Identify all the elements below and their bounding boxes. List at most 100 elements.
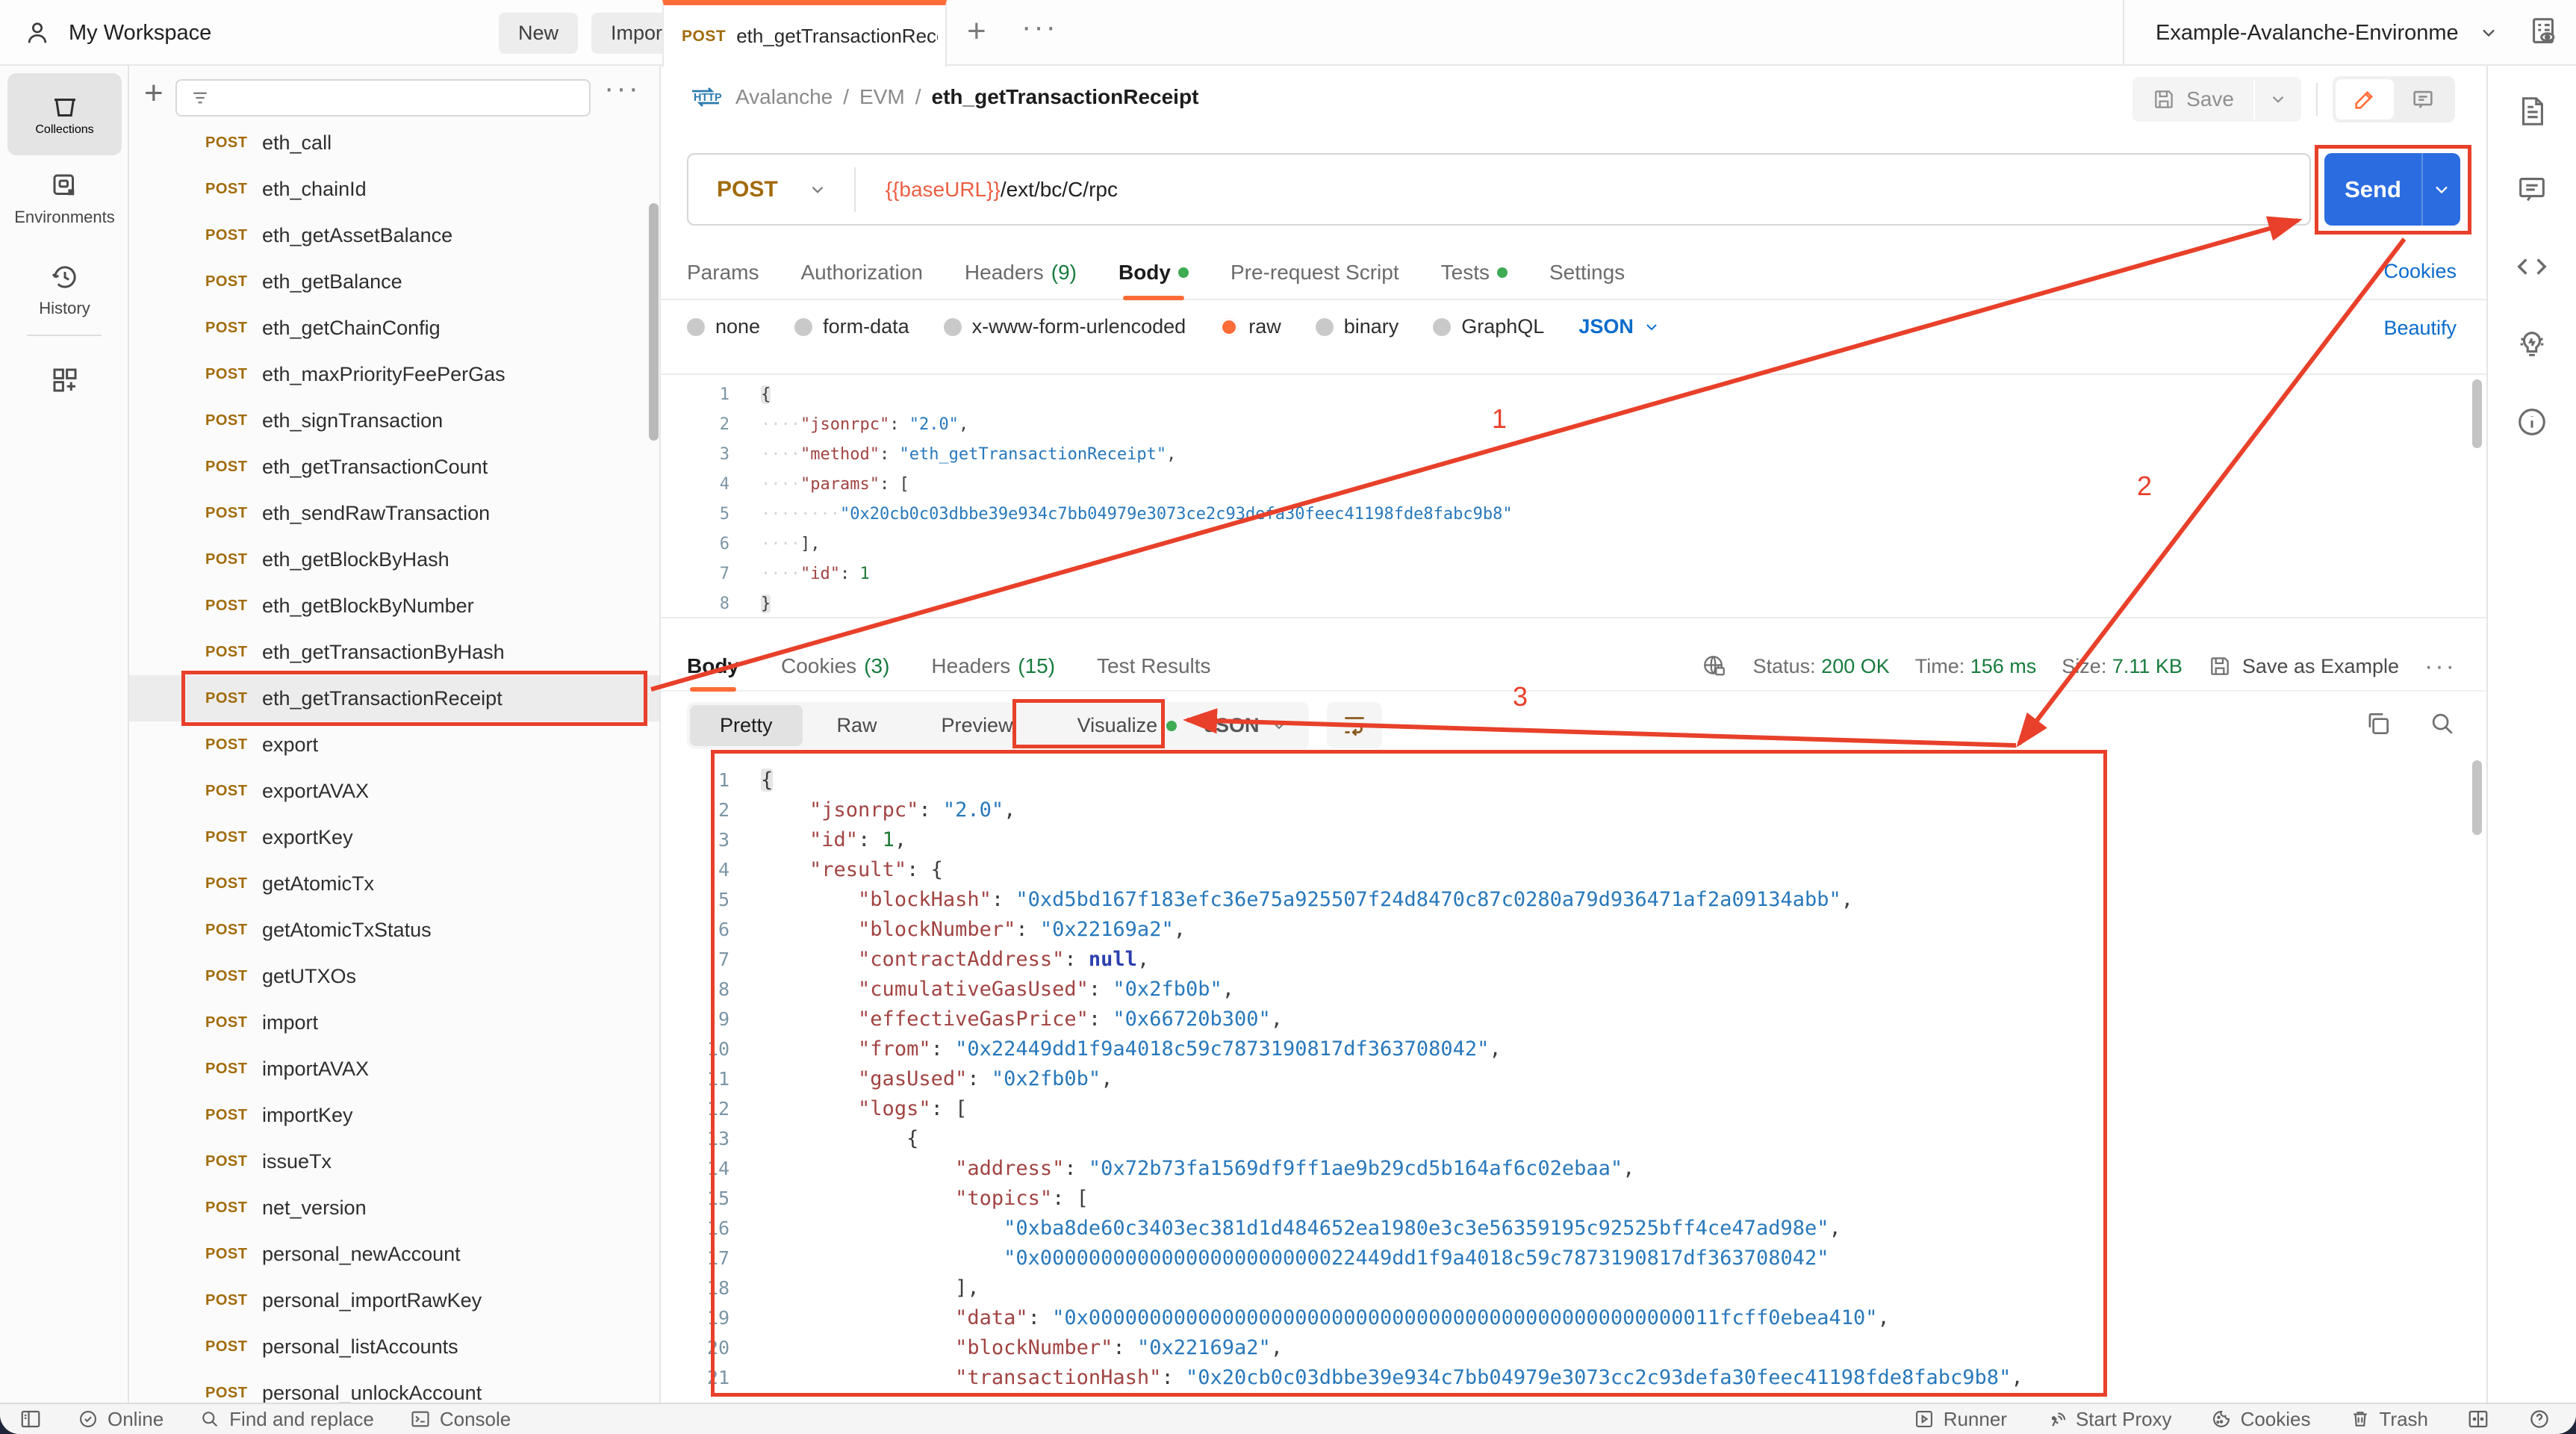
cookies-button[interactable]: Cookies bbox=[2211, 1408, 2311, 1431]
trash-button[interactable]: Trash bbox=[2350, 1408, 2428, 1431]
toggle-panel-icon[interactable] bbox=[2467, 1408, 2489, 1430]
request-tab-authorization[interactable]: Authorization bbox=[800, 246, 922, 299]
sidebar-request-item[interactable]: POST importKey bbox=[129, 1092, 659, 1138]
sidebar-request-item[interactable]: POST personal_listAccounts bbox=[129, 1323, 659, 1370]
response-tab-test-results[interactable]: Test Results bbox=[1097, 642, 1211, 690]
request-language-selector[interactable]: JSON bbox=[1578, 315, 1661, 338]
sidebar-request-item[interactable]: POST getUTXOs bbox=[129, 953, 659, 999]
sidebar-request-item[interactable]: POST eth_sendRawTransaction bbox=[129, 490, 659, 536]
configure-workspace-sidebar-button[interactable] bbox=[0, 364, 129, 396]
copy-icon[interactable] bbox=[2364, 710, 2392, 738]
sidebar-request-item[interactable]: POST getAtomicTxStatus bbox=[129, 907, 659, 953]
sidebar-request-item[interactable]: POST eth_getBlockByNumber bbox=[129, 583, 659, 629]
sidebar-request-item[interactable]: POST eth_getBlockByHash bbox=[129, 536, 659, 583]
method-selector[interactable]: POST bbox=[688, 177, 808, 202]
url-input[interactable]: {{baseURL}}/ext/bc/C/rpc bbox=[886, 178, 1118, 202]
sidebar-request-item[interactable]: POST import bbox=[129, 999, 659, 1046]
sidebar-request-item[interactable]: POST getAtomicTx bbox=[129, 860, 659, 907]
add-request-button[interactable]: + bbox=[144, 75, 164, 112]
runner-button[interactable]: Runner bbox=[1914, 1408, 2007, 1431]
console-button[interactable]: Console bbox=[410, 1408, 511, 1431]
filter-requests-input[interactable] bbox=[175, 79, 591, 117]
user-icon[interactable] bbox=[22, 18, 52, 48]
sidebar-request-item[interactable]: POST eth_maxPriorityFeePerGas bbox=[129, 351, 659, 397]
save-options-chevron-icon[interactable] bbox=[2253, 79, 2301, 120]
workspace-title[interactable]: My Workspace bbox=[69, 21, 211, 46]
cookies-link[interactable]: Cookies bbox=[2383, 260, 2457, 283]
sidebar-request-item[interactable]: POST eth_getTransactionReceipt bbox=[129, 675, 659, 721]
rail-item-environments[interactable]: Environments bbox=[0, 170, 129, 227]
request-tab-tests[interactable]: Tests bbox=[1441, 246, 1508, 299]
sidebar-request-item[interactable]: POST eth_getChainConfig bbox=[129, 305, 659, 351]
environment-quick-look-icon[interactable] bbox=[2527, 15, 2561, 49]
sidebar-request-item[interactable]: POST exportAVAX bbox=[129, 768, 659, 814]
comments-panel-icon[interactable] bbox=[2515, 172, 2549, 206]
beautify-link[interactable]: Beautify bbox=[2383, 317, 2457, 340]
sidebar-more-actions-icon[interactable]: ··· bbox=[604, 72, 641, 105]
sidebar-request-item[interactable]: POST eth_call bbox=[129, 120, 659, 166]
help-icon[interactable] bbox=[2528, 1408, 2551, 1430]
sidebar-request-item[interactable]: POST issueTx bbox=[129, 1138, 659, 1185]
request-tab-body[interactable]: Body bbox=[1119, 246, 1189, 300]
body-mode-binary[interactable]: binary bbox=[1315, 315, 1399, 338]
body-mode-GraphQL[interactable]: GraphQL bbox=[1433, 315, 1544, 338]
response-view-preview[interactable]: Preview bbox=[912, 705, 1043, 746]
request-editor-scrollbar[interactable] bbox=[2472, 379, 2482, 448]
new-button[interactable]: New bbox=[499, 12, 579, 54]
breadcrumb-collection[interactable]: Avalanche bbox=[735, 85, 833, 109]
sidebar-request-item[interactable]: POST eth_getTransactionCount bbox=[129, 444, 659, 490]
find-and-replace-button[interactable]: Find and replace bbox=[199, 1408, 374, 1431]
sidebar-request-item[interactable]: POST net_version bbox=[129, 1185, 659, 1231]
online-status[interactable]: Online bbox=[78, 1408, 164, 1431]
send-button[interactable]: Send bbox=[2324, 153, 2460, 226]
sidebar-request-item[interactable]: POST personal_importRawKey bbox=[129, 1277, 659, 1323]
code-snippet-icon[interactable] bbox=[2515, 249, 2549, 284]
sidebar-request-item[interactable]: POST eth_signTransaction bbox=[129, 397, 659, 444]
rail-item-history[interactable]: History bbox=[0, 261, 129, 318]
documentation-icon[interactable] bbox=[2515, 94, 2549, 128]
body-mode-form-data[interactable]: form-data bbox=[794, 315, 909, 338]
breadcrumb-request-name[interactable]: eth_getTransactionReceipt bbox=[932, 85, 1199, 109]
sidebar-request-item[interactable]: POST importAVAX bbox=[129, 1046, 659, 1092]
sidebar-request-item[interactable]: POST exportKey bbox=[129, 814, 659, 860]
sidebar-request-item[interactable]: POST eth_chainId bbox=[129, 166, 659, 212]
tab-options-icon[interactable]: ··· bbox=[1021, 10, 1058, 44]
body-mode-none[interactable]: none bbox=[687, 315, 760, 338]
save-as-example-button[interactable]: Save as Example bbox=[2208, 654, 2399, 678]
request-tab-headers[interactable]: Headers (9) bbox=[965, 246, 1077, 299]
sidebar-scrollbar[interactable] bbox=[649, 203, 659, 441]
response-view-raw[interactable]: Raw bbox=[807, 705, 907, 746]
body-mode-x-www-form-urlencoded[interactable]: x-www-form-urlencoded bbox=[943, 315, 1186, 338]
wrap-lines-button[interactable] bbox=[1327, 702, 1382, 748]
response-view-pretty[interactable]: Pretty bbox=[690, 705, 803, 746]
sidebar-request-item[interactable]: POST eth_getTransactionByHash bbox=[129, 629, 659, 675]
response-more-actions-icon[interactable]: ··· bbox=[2424, 652, 2457, 681]
request-tab-settings[interactable]: Settings bbox=[1549, 246, 1625, 299]
info-icon[interactable] bbox=[2515, 405, 2549, 439]
search-icon[interactable] bbox=[2428, 710, 2457, 738]
response-tab-headers[interactable]: Headers (15) bbox=[931, 642, 1055, 690]
start-proxy-button[interactable]: Start Proxy bbox=[2046, 1408, 2172, 1431]
request-tab-params[interactable]: Params bbox=[687, 246, 759, 299]
sidebar-request-item[interactable]: POST export bbox=[129, 721, 659, 768]
request-tab[interactable]: POST eth_getTransactionRece bbox=[662, 0, 947, 67]
send-options-chevron-icon[interactable] bbox=[2421, 153, 2460, 226]
request-body-editor[interactable]: 1{2 ···· "jsonrpc": "2.0", 3 ···· "method": "… bbox=[661, 373, 2486, 618]
response-tab-body[interactable]: Body bbox=[687, 642, 739, 692]
method-chevron-icon[interactable] bbox=[808, 180, 827, 199]
sidebar-request-item[interactable]: POST personal_unlockAccount bbox=[129, 1370, 659, 1403]
save-button[interactable]: Save bbox=[2132, 77, 2301, 122]
new-tab-button[interactable]: + bbox=[967, 15, 986, 48]
sidebar-request-item[interactable]: POST eth_getBalance bbox=[129, 258, 659, 305]
sidebar-request-item[interactable]: POST personal_newAccount bbox=[129, 1231, 659, 1277]
comments-button[interactable] bbox=[2394, 79, 2452, 120]
sidebar-request-item[interactable]: POST eth_getAssetBalance bbox=[129, 212, 659, 258]
environment-selector[interactable]: Example-Avalanche-Environme bbox=[2123, 0, 2499, 66]
response-body-viewer[interactable]: 1{2 "jsonrpc": "2.0", 3 "id": 1, 4 "result… bbox=[661, 754, 2486, 1403]
response-tab-cookies[interactable]: Cookies (3) bbox=[781, 642, 889, 690]
response-format-selector[interactable]: JSON bbox=[1183, 702, 1309, 749]
response-scrollbar[interactable] bbox=[2472, 760, 2482, 835]
insights-lightbulb-icon[interactable] bbox=[2515, 327, 2549, 361]
body-mode-raw[interactable]: raw bbox=[1220, 315, 1281, 338]
request-tab-pre-request-script[interactable]: Pre-request Script bbox=[1231, 246, 1399, 299]
